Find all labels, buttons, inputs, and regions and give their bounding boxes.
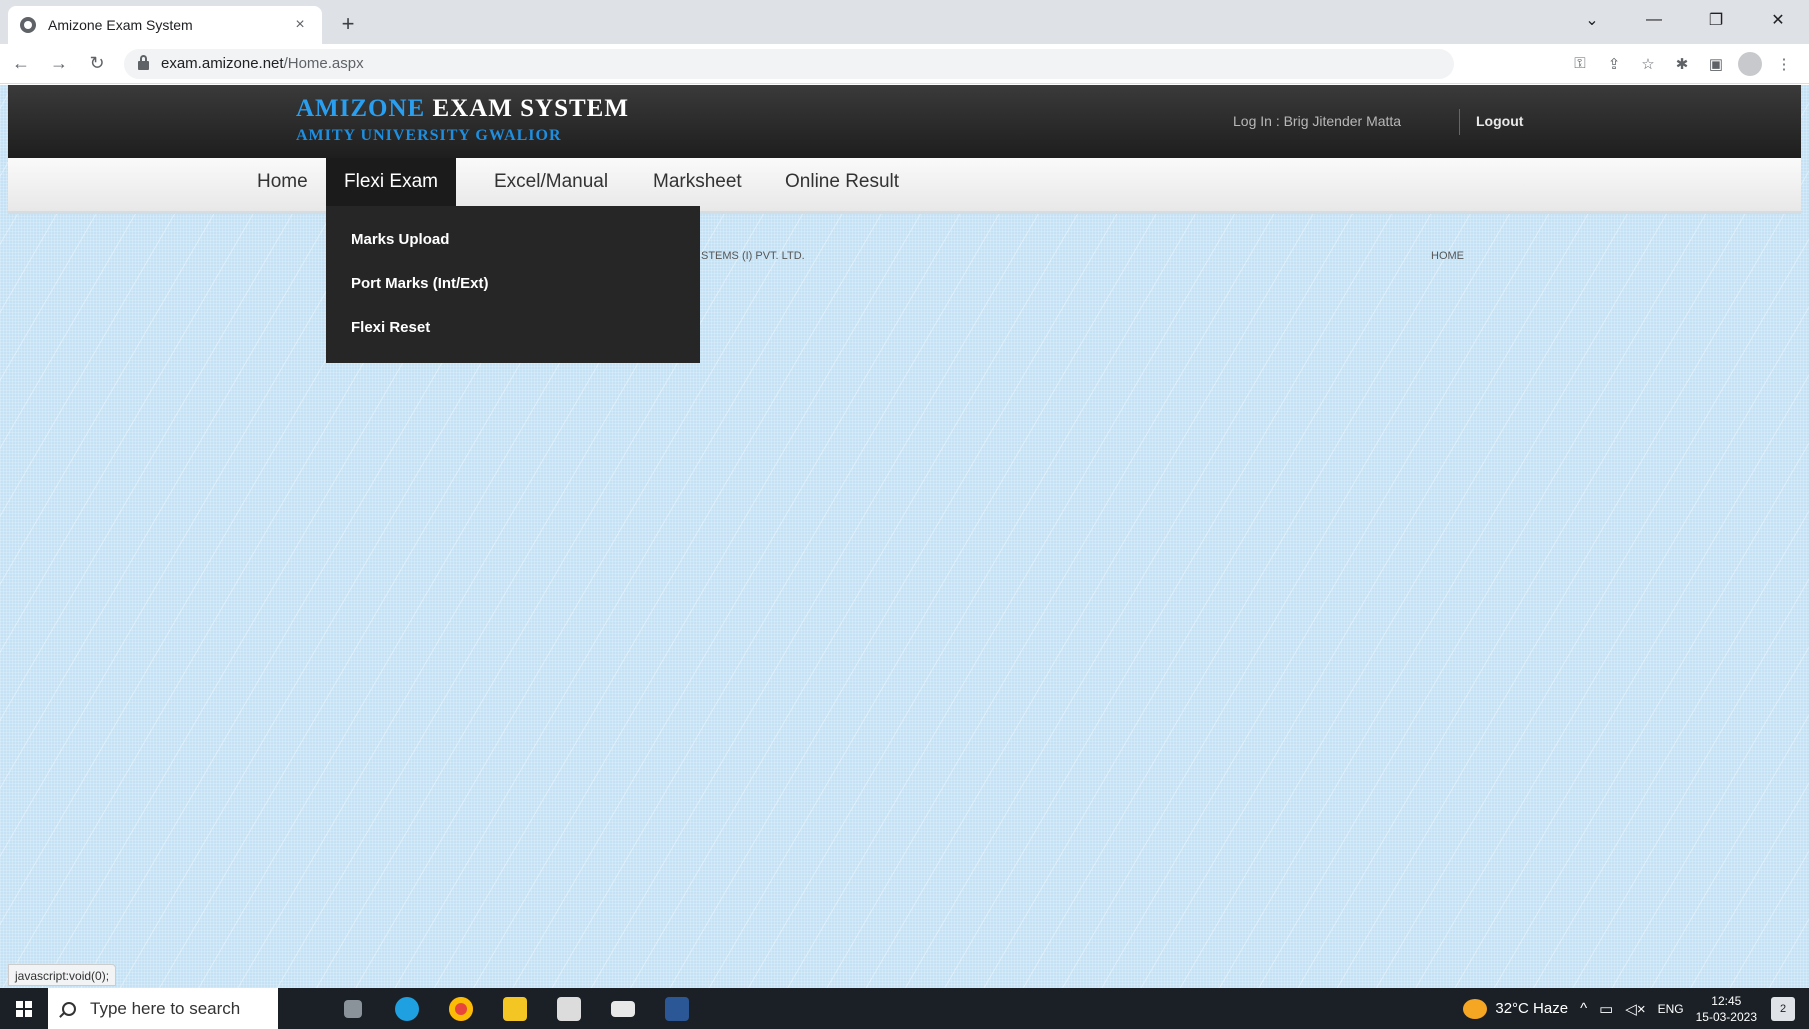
mail-icon[interactable]: [596, 988, 650, 1029]
lock-icon[interactable]: [138, 55, 149, 70]
extensions-icon[interactable]: ✱: [1665, 47, 1699, 81]
tab-search-icon[interactable]: ⌄: [1561, 0, 1623, 40]
link-status-bar: javascript:void(0);: [8, 964, 117, 986]
clock[interactable]: 12:45 15-03-2023: [1696, 993, 1757, 1025]
weather-text[interactable]: 32°C Haze: [1495, 1000, 1568, 1017]
new-tab-button[interactable]: +: [334, 10, 362, 38]
chrome-icon[interactable]: [434, 988, 488, 1029]
profile-avatar-icon[interactable]: [1733, 47, 1767, 81]
store-icon[interactable]: [542, 988, 596, 1029]
site-title-highlight: AMIZONE: [296, 95, 426, 122]
site-header: AMIZONE EXAM SYSTEM AMITY UNIVERSITY GWA…: [8, 85, 1801, 158]
login-info: Log In : Brig Jitender Matta: [1233, 113, 1402, 129]
close-window-icon[interactable]: ✕: [1747, 0, 1809, 40]
bookmark-star-icon[interactable]: ☆: [1631, 47, 1665, 81]
clock-date: 15-03-2023: [1695, 1009, 1757, 1024]
close-tab-icon[interactable]: ×: [290, 16, 310, 34]
restore-icon[interactable]: ❐: [1685, 0, 1747, 40]
dropdown-item-port-marks[interactable]: Port Marks (Int/Ext): [326, 262, 700, 306]
url-host: exam.amizone.net: [161, 55, 284, 72]
task-view-icon[interactable]: [326, 988, 380, 1029]
reload-icon[interactable]: ↻: [80, 47, 114, 81]
browser-toolbar: ← → ↻ exam.amizone.net /Home.aspx ⚿ ⇪ ☆ …: [0, 44, 1809, 84]
menu-item-excel-manual[interactable]: Excel/Manual: [476, 158, 626, 206]
site-subtitle: AMITY UNIVERSITY GWALIOR: [296, 127, 562, 144]
window-controls: ⌄ — ❐ ✕: [1561, 0, 1809, 40]
file-explorer-icon[interactable]: [488, 988, 542, 1029]
taskbar-search-placeholder: Type here to search: [90, 998, 241, 1018]
network-icon[interactable]: ▭: [1599, 1000, 1613, 1018]
tab-title: Amizone Exam System: [48, 17, 193, 33]
browser-tab[interactable]: Amizone Exam System ×: [8, 6, 322, 44]
logout-link[interactable]: Logout: [1476, 113, 1523, 129]
share-icon[interactable]: ⇪: [1597, 47, 1631, 81]
flexi-exam-dropdown: Marks Upload Port Marks (Int/Ext) Flexi …: [326, 206, 700, 363]
header-divider: [1459, 109, 1460, 135]
volume-icon[interactable]: ◁×: [1625, 1000, 1645, 1018]
side-panel-icon[interactable]: ▣: [1699, 47, 1733, 81]
forward-icon[interactable]: →: [42, 47, 76, 81]
edge-icon[interactable]: [380, 988, 434, 1029]
address-bar[interactable]: exam.amizone.net /Home.aspx: [124, 48, 1454, 79]
url-path: /Home.aspx: [283, 55, 364, 72]
key-icon[interactable]: ⚿: [1563, 47, 1597, 81]
browser-tab-strip: Amizone Exam System × + ⌄ — ❐ ✕: [0, 0, 1809, 44]
dropdown-item-flexi-reset[interactable]: Flexi Reset: [326, 306, 700, 350]
dropdown-item-marks-upload[interactable]: Marks Upload: [326, 218, 700, 262]
weather-icon[interactable]: [1463, 998, 1488, 1019]
back-icon[interactable]: ←: [4, 47, 38, 81]
footer-company-text: STEMS (I) PVT. LTD.: [701, 250, 805, 262]
windows-logo-icon: [16, 1000, 32, 1017]
search-icon: [62, 1001, 76, 1016]
menu-item-marksheet[interactable]: Marksheet: [635, 158, 760, 206]
word-icon[interactable]: [650, 988, 704, 1029]
minimize-icon[interactable]: —: [1623, 0, 1685, 40]
taskbar-search-box[interactable]: Type here to search: [48, 988, 278, 1029]
site-title-rest: EXAM SYSTEM: [425, 95, 629, 122]
language-indicator[interactable]: ENG: [1658, 1002, 1684, 1016]
start-button[interactable]: [0, 988, 48, 1029]
footer-home-link[interactable]: HOME: [1431, 250, 1464, 262]
main-menu: Home Flexi Exam Excel/Manual Marksheet O…: [8, 158, 1801, 214]
site-title: AMIZONE EXAM SYSTEM: [296, 95, 629, 123]
globe-icon: [20, 17, 36, 33]
show-hidden-icons-icon[interactable]: ^: [1580, 1000, 1587, 1017]
clock-time: 12:45: [1711, 993, 1742, 1008]
menu-item-online-result[interactable]: Online Result: [767, 158, 917, 206]
menu-item-flexi-exam[interactable]: Flexi Exam: [326, 158, 456, 206]
taskbar-apps: [326, 988, 704, 1029]
menu-item-home[interactable]: Home: [239, 158, 326, 206]
toolbar-icons: ⚿ ⇪ ☆ ✱ ▣ ⋮: [1563, 47, 1801, 81]
system-tray: 32°C Haze ^ ▭ ◁× ENG 12:45 15-03-2023 2: [1463, 988, 1809, 1029]
notification-icon[interactable]: 2: [1771, 996, 1795, 1021]
page-viewport: AMIZONE EXAM SYSTEM AMITY UNIVERSITY GWA…: [0, 85, 1809, 988]
windows-taskbar: Type here to search 32°C Haze ^ ▭ ◁× ENG…: [0, 988, 1809, 1029]
more-menu-icon[interactable]: ⋮: [1767, 47, 1801, 81]
